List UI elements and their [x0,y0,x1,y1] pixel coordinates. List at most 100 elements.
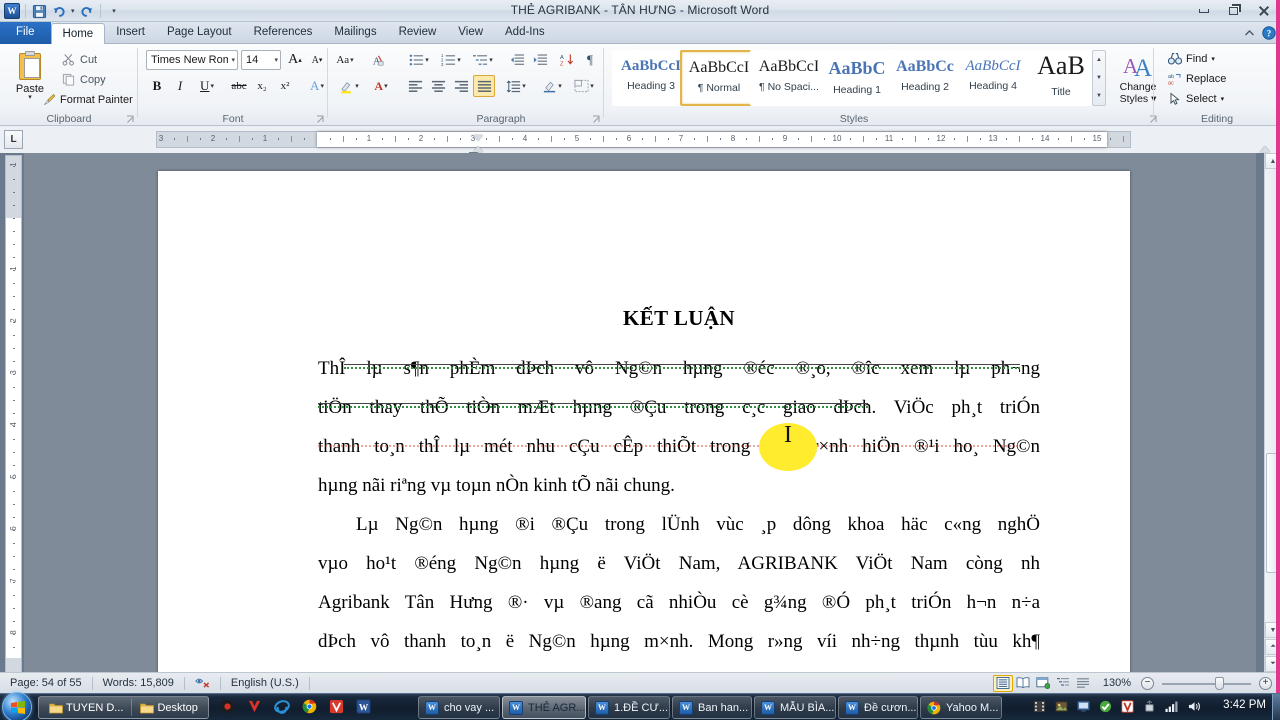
styles-gallery-scrollbar[interactable]: ▲ ▼ ▼ [1092,50,1106,106]
style-heading-1[interactable]: AaBbC Heading 1 [818,50,896,106]
taskbar-button-6[interactable]: Yahoo M... [920,696,1002,719]
first-line-indent-marker[interactable] [473,135,483,141]
collapse-ribbon-icon[interactable] [1242,26,1256,40]
taskbar-button-3[interactable]: WBan han... [672,696,752,719]
chevron-down-icon[interactable]: ▾ [271,56,278,64]
tab-add-ins[interactable]: Add-Ins [494,22,556,44]
usb-eject-icon[interactable] [1143,700,1156,716]
full-screen-reading-view-button[interactable] [1013,675,1033,692]
unikey-tray-icon[interactable] [1121,700,1134,716]
align-left-button[interactable] [404,75,426,97]
shrink-font-button[interactable]: A▾ [306,49,328,71]
align-center-button[interactable] [427,75,449,97]
right-indent-marker[interactable] [1260,146,1270,152]
clear-formatting-button[interactable]: A [366,49,388,71]
scroll-down-icon[interactable]: ▼ [1093,69,1105,87]
unikey-icon[interactable] [329,699,344,717]
format-painter-button[interactable]: Format Painter [36,90,138,109]
sort-button[interactable]: AZ [556,49,578,71]
taskbar-button-2[interactable]: W1.ĐỀ CƯ... [588,696,670,719]
tab-view[interactable]: View [447,22,494,44]
scroll-up-icon[interactable]: ▲ [1093,51,1105,69]
start-button[interactable] [2,692,32,720]
style-heading-4[interactable]: AaBbCcI Heading 4 [954,50,1032,106]
paragraph-2[interactable]: Lµ Ng©n hµng ®i ®Çu trong lÜnh vùc ¸p dô… [318,505,1040,661]
style-normal[interactable]: AaBbCcI ¶ Normal [680,50,758,106]
taskbar-button-1[interactable]: WTHẺ AGR... [502,696,586,719]
zoom-level-status[interactable]: 130% [1093,675,1141,692]
image-viewer-icon[interactable] [1055,700,1068,716]
style-title[interactable]: AaB Title [1022,50,1100,106]
style-no-spacing[interactable]: AaBbCcI ¶ No Spaci... [750,50,828,106]
tab-stop-selector[interactable]: L [4,130,23,149]
strikethrough-button[interactable]: abc [228,75,250,97]
font-size-combobox[interactable]: 14 ▾ [241,50,281,70]
chevron-down-icon[interactable]: ▾ [228,56,235,64]
line-spacing-button[interactable]: ▾ [501,75,531,97]
word-count-status[interactable]: Words: 15,809 [93,675,184,692]
media-icon[interactable] [1033,700,1046,716]
horizontal-ruler[interactable]: 321123456789101112131415 [156,131,1131,148]
proofing-status[interactable] [185,675,220,692]
antivirus-icon[interactable] [1099,700,1112,716]
underline-button[interactable]: U▾ [192,75,222,97]
chevron-down-icon[interactable]: ▾ [1221,95,1225,103]
yandex-icon[interactable] [247,699,262,717]
increase-indent-button[interactable] [529,49,551,71]
chrome-icon[interactable] [302,699,317,717]
outline-view-button[interactable] [1053,675,1073,692]
show-formatting-marks-button[interactable]: ¶ [579,49,601,71]
font-dialog-launcher[interactable] [316,115,325,124]
clipboard-dialog-launcher[interactable] [126,115,135,124]
draft-view-button[interactable] [1073,675,1093,692]
show-desktop-button[interactable] [1272,694,1280,720]
vertical-ruler[interactable]: 112345678 [5,155,22,675]
subscript-button[interactable]: x₂ [251,75,273,97]
quick-launch-tuyen-d[interactable]: TUYEN D... [41,698,131,718]
superscript-button[interactable]: x² [274,75,296,97]
network-signal-icon[interactable] [1165,700,1179,716]
zoom-in-button[interactable]: + [1259,677,1272,690]
language-status[interactable]: English (U.S.) [221,675,309,692]
multilevel-list-button[interactable]: ▾ [468,49,498,71]
print-layout-view-button[interactable] [993,675,1013,692]
style-heading-3[interactable]: AaBbCcI Heading 3 [612,50,690,106]
record-icon[interactable] [220,699,235,717]
justify-button[interactable] [473,75,495,97]
document-page[interactable]: KẾT LUẬN ThÎ lµ s¶n phÈm dÞch vô Ng©n hµ… [158,171,1130,672]
paragraph-dialog-launcher[interactable] [592,115,601,124]
internet-explorer-icon[interactable] [274,699,290,717]
zoom-slider-thumb[interactable] [1215,677,1224,690]
zoom-out-button[interactable]: − [1141,677,1154,690]
highlight-button[interactable]: ▾ [334,75,364,97]
zoom-slider[interactable] [1154,675,1259,692]
minimize-button[interactable] [1189,1,1218,20]
paste-dropdown-icon[interactable]: ▾ [28,95,32,100]
bullets-button[interactable]: ▾ [404,49,434,71]
chevron-down-icon[interactable]: ▾ [1211,55,1215,63]
copy-button[interactable]: Copy [56,70,111,89]
font-color-button[interactable]: A▾ [366,75,396,97]
page-number-status[interactable]: Page: 54 of 55 [0,675,92,692]
tab-references[interactable]: References [243,22,324,44]
network-monitor-icon[interactable] [1077,700,1090,716]
tab-home[interactable]: Home [51,23,106,44]
taskbar-clock[interactable]: 3:42 PM [1223,699,1266,711]
restore-button[interactable] [1219,1,1248,20]
cut-button[interactable]: Cut [56,50,102,69]
bold-button[interactable]: B [146,75,168,97]
find-button[interactable]: Find ▾ [1162,49,1220,68]
taskbar-button-0[interactable]: Wcho vay ... [418,696,500,719]
document-canvas[interactable]: KẾT LUẬN ThÎ lµ s¶n phÈm dÞch vô Ng©n hµ… [24,153,1256,672]
styles-more-icon[interactable]: ▼ [1093,87,1105,105]
help-icon[interactable]: ? [1262,26,1276,40]
numbering-button[interactable]: 123▾ [436,49,466,71]
grow-font-button[interactable]: A▴ [284,49,306,71]
taskbar-button-4[interactable]: WMẪU BÌA... [754,696,836,719]
web-layout-view-button[interactable] [1033,675,1053,692]
taskbar-button-5[interactable]: WĐề cươn... [838,696,918,719]
select-button[interactable]: Select ▾ [1162,89,1229,108]
volume-icon[interactable] [1188,700,1202,716]
word-icon[interactable]: W [356,699,371,717]
borders-button[interactable]: ▾ [569,75,599,97]
